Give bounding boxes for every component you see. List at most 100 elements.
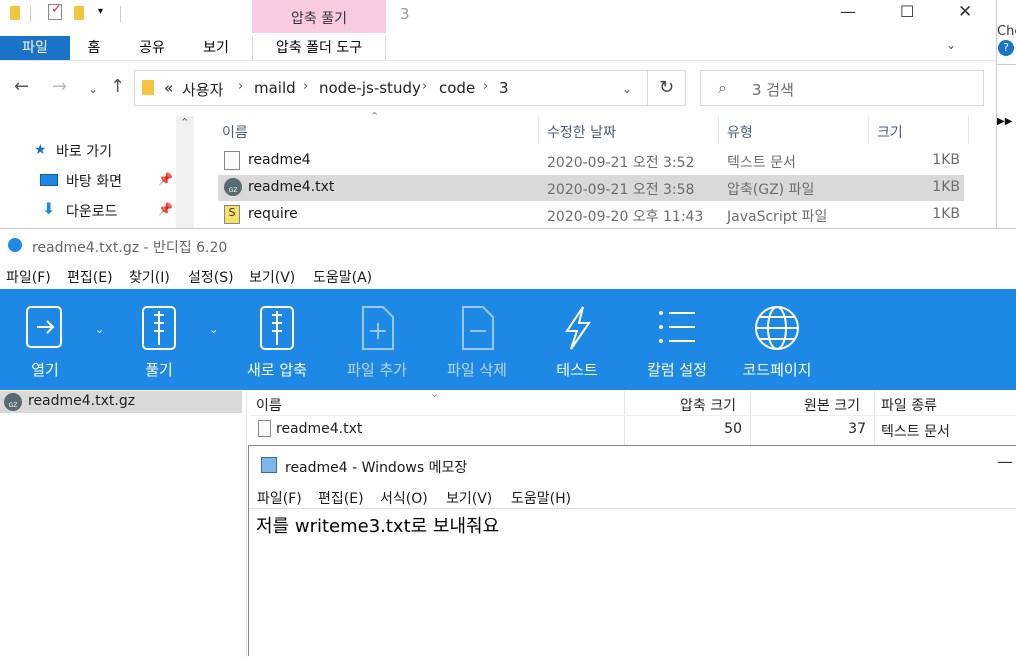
gz-archive-icon: GZ bbox=[224, 178, 242, 196]
new-archive-button[interactable]: 새로 압축 bbox=[238, 289, 316, 390]
file-type: JavaScript 파일 bbox=[727, 209, 828, 225]
delete-file-button[interactable]: 파일 삭제 bbox=[438, 289, 516, 390]
download-icon: ⬇ bbox=[42, 199, 56, 218]
menu-help[interactable]: 도움말(H) bbox=[511, 488, 571, 508]
header-divider bbox=[250, 415, 1016, 416]
file-date: 2020-09-20 오후 11:43 bbox=[547, 209, 704, 225]
ribbon-tab-view[interactable]: 보기 bbox=[194, 36, 238, 60]
menu-edit[interactable]: 편집(E) bbox=[67, 267, 113, 287]
ribbon-tab-share[interactable]: 공유 bbox=[130, 36, 174, 60]
minimize-button[interactable]: — bbox=[840, 2, 856, 21]
column-divider[interactable] bbox=[968, 116, 969, 144]
open-button[interactable]: 열기 bbox=[6, 289, 84, 390]
column-divider[interactable] bbox=[868, 116, 869, 144]
forward-arrow-icon[interactable]: → bbox=[52, 76, 67, 97]
column-type[interactable]: 유형 bbox=[727, 122, 753, 142]
recent-locations-icon[interactable]: ⌄ bbox=[88, 82, 98, 96]
menu-format[interactable]: 서식(O) bbox=[380, 488, 428, 508]
nav-downloads[interactable]: 다운로드 bbox=[66, 201, 118, 221]
ribbon-expand-icon[interactable]: ⌄ bbox=[946, 38, 956, 52]
search-input[interactable]: 3 검색 bbox=[752, 79, 794, 100]
add-file-button[interactable]: 파일 추가 bbox=[338, 289, 416, 390]
qa-dropdown-icon[interactable]: ▾ bbox=[98, 6, 103, 17]
refresh-icon[interactable]: ↻ bbox=[648, 70, 686, 106]
menu-find[interactable]: 찾기(I) bbox=[129, 267, 170, 287]
breadcrumb-item[interactable]: maild bbox=[254, 79, 296, 97]
menu-settings[interactable]: 설정(S) bbox=[188, 267, 234, 287]
more-icon[interactable]: ▶▶ bbox=[997, 116, 1012, 127]
nav-desktop[interactable]: 바탕 화면 bbox=[66, 171, 122, 191]
breadcrumb-separator[interactable]: › bbox=[483, 79, 488, 94]
column-name[interactable]: 이름 bbox=[222, 122, 248, 142]
column-packed-size[interactable]: 압축 크기 bbox=[680, 395, 736, 415]
window-title: readme4 - Windows 메모장 bbox=[285, 460, 468, 476]
add-file-label: 파일 추가 bbox=[347, 361, 407, 379]
text-file-icon bbox=[258, 420, 271, 437]
ribbon-tab-home[interactable]: 홈 bbox=[76, 36, 112, 60]
new-folder-icon[interactable] bbox=[74, 6, 84, 20]
test-button[interactable]: 테스트 bbox=[538, 289, 616, 390]
file-size: 1KB bbox=[932, 152, 960, 168]
new-archive-label: 새로 압축 bbox=[247, 361, 307, 379]
ribbon-tab-compressed-folder-tools[interactable]: 압축 폴더 도구 bbox=[252, 36, 386, 60]
breadcrumb-separator[interactable]: › bbox=[422, 79, 427, 94]
help-icon[interactable]: ? bbox=[998, 40, 1014, 56]
column-date[interactable]: 수정한 날짜 bbox=[547, 122, 616, 142]
new-archive-icon bbox=[260, 306, 294, 350]
breadcrumb-item[interactable]: 3 bbox=[499, 79, 509, 97]
menu-file[interactable]: 파일(F) bbox=[257, 488, 302, 508]
context-tab-title: 압축 풀기 bbox=[291, 11, 347, 27]
tree-item-label: readme4.txt.gz bbox=[28, 393, 136, 409]
breadcrumb-separator[interactable]: › bbox=[238, 79, 243, 94]
breadcrumb-overflow[interactable]: « bbox=[164, 79, 173, 97]
menu-file[interactable]: 파일(F) bbox=[6, 267, 51, 287]
column-divider[interactable] bbox=[718, 116, 719, 144]
menu-help[interactable]: 도움말(A) bbox=[313, 267, 372, 287]
nav-scrollbar[interactable]: ⌃ bbox=[176, 116, 194, 228]
pin-icon: 📌 bbox=[158, 172, 173, 186]
column-divider[interactable] bbox=[538, 116, 539, 144]
file-date: 2020-09-21 오전 3:58 bbox=[547, 182, 695, 198]
maximize-button[interactable]: ☐ bbox=[900, 2, 914, 21]
text-file-icon bbox=[224, 151, 240, 170]
background-window-text: Che bbox=[997, 24, 1016, 39]
extract-dropdown-icon[interactable]: ⌄ bbox=[209, 323, 218, 336]
column-settings-button[interactable]: 칼럼 설정 bbox=[636, 289, 718, 390]
file-name: readme4.txt bbox=[248, 179, 335, 195]
extract-button[interactable]: 풀기 bbox=[120, 289, 198, 390]
properties-check-icon[interactable]: ✓ bbox=[48, 2, 62, 20]
open-dropdown-icon[interactable]: ⌄ bbox=[95, 323, 104, 336]
menu-edit[interactable]: 편집(E) bbox=[318, 488, 364, 508]
search-box[interactable] bbox=[700, 70, 984, 106]
column-original-size[interactable]: 원본 크기 bbox=[804, 395, 860, 415]
column-size[interactable]: 크기 bbox=[877, 122, 903, 142]
menu-view[interactable]: 보기(V) bbox=[446, 488, 492, 508]
column-name[interactable]: 이름 bbox=[256, 395, 282, 415]
breadcrumb-item[interactable]: node-js-study bbox=[319, 79, 421, 97]
nav-quick-access[interactable]: 바로 가기 bbox=[56, 141, 112, 161]
back-arrow-icon[interactable]: ← bbox=[14, 76, 29, 97]
text-editor[interactable]: 저를 writeme3.txt로 보내줘요 bbox=[249, 509, 1016, 657]
file-row[interactable]: GZ readme4.txt 2020-09-21 오전 3:58 압축(GZ)… bbox=[218, 175, 964, 201]
breadcrumb-item[interactable]: code bbox=[439, 79, 475, 97]
pin-icon: 📌 bbox=[158, 202, 173, 216]
delete-file-label: 파일 삭제 bbox=[447, 361, 507, 379]
notepad-window: readme4 - Windows 메모장 — 파일(F) 편집(E) 서식(O… bbox=[248, 445, 1016, 656]
scroll-up-icon[interactable]: ⌃ bbox=[180, 116, 189, 129]
folder-icon[interactable] bbox=[10, 6, 20, 20]
column-file-type[interactable]: 파일 종류 bbox=[881, 395, 937, 415]
breadcrumb-item[interactable]: 사용자 bbox=[182, 79, 223, 100]
pane-divider[interactable] bbox=[246, 391, 247, 657]
minimize-button[interactable]: — bbox=[997, 452, 1013, 471]
up-arrow-icon[interactable]: ↑ bbox=[110, 76, 125, 97]
address-dropdown-icon[interactable]: ⌄ bbox=[622, 82, 632, 96]
close-button[interactable]: ✕ bbox=[958, 2, 972, 22]
file-row[interactable]: readme4 2020-09-21 오전 3:52 텍스트 문서 1KB bbox=[218, 148, 964, 174]
codepage-button[interactable]: 코드페이지 bbox=[734, 289, 820, 390]
breadcrumb-separator[interactable]: › bbox=[303, 79, 308, 94]
menu-view[interactable]: 보기(V) bbox=[249, 267, 295, 287]
ribbon-tab-file[interactable]: 파일 bbox=[0, 36, 70, 60]
delete-file-icon bbox=[462, 306, 494, 350]
codepage-label: 코드페이지 bbox=[742, 361, 812, 379]
file-row[interactable]: S require 2020-09-20 오후 11:43 JavaScript… bbox=[218, 202, 964, 228]
